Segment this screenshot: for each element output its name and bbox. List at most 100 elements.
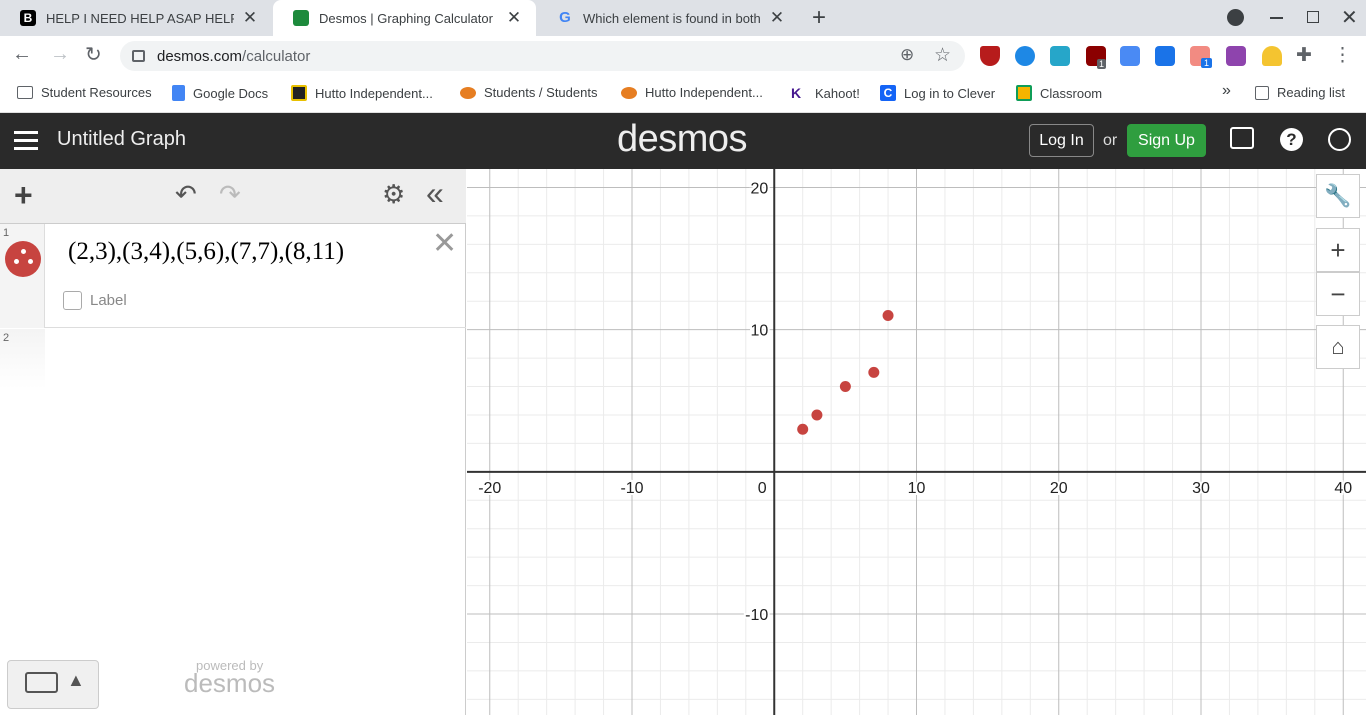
- chevron-up-icon: ▲: [67, 670, 85, 690]
- home-icon: ⌂: [1331, 334, 1345, 359]
- y-tick-label: 20: [750, 180, 768, 197]
- major-gridlines: [467, 169, 1366, 715]
- data-point: [839, 381, 851, 393]
- tab-brainly[interactable]: B HELP I NEED HELP ASAP HELP I ✕: [0, 0, 272, 36]
- bookmark-hutto-1[interactable]: Hutto Independent...: [291, 85, 433, 101]
- x-tick-label: 0: [758, 480, 767, 497]
- plus-icon: +: [1330, 234, 1346, 265]
- data-point: [868, 366, 880, 378]
- desmos-logo: desmos: [617, 118, 748, 160]
- close-window-icon[interactable]: ✕: [1341, 5, 1358, 30]
- graph-paper[interactable]: -20 -10 0 10 20 30 40 20 10 -10: [467, 169, 1366, 715]
- bookmark-hutto-2[interactable]: Hutto Independent...: [621, 85, 763, 100]
- settings-gear-icon[interactable]: ⚙: [382, 179, 405, 210]
- reading-list-button[interactable]: Reading list: [1255, 85, 1345, 100]
- graph-svg[interactable]: -20 -10 0 10 20 30 40 20 10 -10: [467, 169, 1366, 715]
- keyboard-toggle-button[interactable]: ▲: [7, 660, 99, 709]
- expression-row[interactable]: 1 (2,3),(3,4),(5,6),(7,7),(8,11) ✕ Label: [0, 224, 466, 328]
- extensions-puzzle-icon[interactable]: ✚: [1296, 44, 1312, 67]
- wrench-icon: 🔧: [1324, 183, 1352, 208]
- close-tab-icon[interactable]: ✕: [769, 8, 785, 28]
- y-tick-label: 10: [750, 323, 768, 340]
- tab-google[interactable]: G Which element is found in both D ✕: [537, 0, 799, 36]
- tab-title: HELP I NEED HELP ASAP HELP I: [46, 10, 234, 26]
- menu-kebab-icon[interactable]: ⋮: [1333, 44, 1352, 67]
- graph-title[interactable]: Untitled Graph: [57, 128, 186, 151]
- label-checkbox[interactable]: [63, 291, 82, 310]
- powered-by-logo[interactable]: desmos: [184, 668, 275, 699]
- share-icon[interactable]: [1230, 127, 1254, 149]
- classroom-icon: [1016, 85, 1032, 101]
- language-globe-icon[interactable]: [1328, 128, 1351, 151]
- bookmark-star-icon[interactable]: ☆: [934, 44, 951, 67]
- extension-icon[interactable]: [1226, 46, 1246, 66]
- x-tick-label: 30: [1192, 480, 1210, 497]
- minimize-icon[interactable]: [1270, 17, 1283, 19]
- login-button[interactable]: Log In: [1029, 124, 1094, 157]
- address-bar[interactable]: desmos.com/calculator ⊕ ☆: [120, 41, 965, 71]
- close-tab-icon[interactable]: ✕: [506, 8, 522, 28]
- expression-index: 2: [3, 332, 10, 344]
- extension-icon[interactable]: [1155, 46, 1175, 66]
- translate-extension-icon[interactable]: [1120, 46, 1140, 66]
- x-tick-label: 20: [1050, 480, 1068, 497]
- expression-row-empty[interactable]: 2: [0, 329, 466, 389]
- bookmark-student-resources[interactable]: Student Resources: [17, 85, 152, 100]
- data-points: [797, 309, 894, 435]
- zoom-icon[interactable]: ⊕: [900, 45, 914, 65]
- tab-search-icon[interactable]: [1227, 9, 1244, 26]
- bookmark-google-docs[interactable]: Google Docs: [172, 85, 268, 101]
- hamburger-menu-icon[interactable]: [14, 131, 38, 151]
- url-path: /calculator: [242, 47, 311, 65]
- hutto-icon: [621, 86, 637, 99]
- data-point: [882, 309, 894, 321]
- brainly-icon: B: [20, 10, 36, 26]
- expression-index: 1: [3, 227, 10, 239]
- undo-icon[interactable]: ↶: [175, 179, 197, 210]
- bookmark-students[interactable]: Students / Students: [460, 85, 597, 100]
- zoom-in-button[interactable]: +: [1316, 228, 1360, 272]
- bookmark-classroom[interactable]: Classroom: [1016, 85, 1102, 101]
- kahoot-icon: K: [791, 85, 802, 101]
- new-tab-button[interactable]: +: [812, 4, 826, 32]
- signup-button[interactable]: Sign Up: [1127, 124, 1206, 157]
- graph-settings-button[interactable]: 🔧: [1316, 174, 1360, 218]
- more-bookmarks-button[interactable]: »: [1222, 82, 1231, 100]
- help-icon[interactable]: ?: [1280, 128, 1303, 151]
- students-icon: [460, 86, 476, 99]
- x-tick-label: -20: [478, 480, 501, 497]
- url-host: desmos.com: [157, 47, 243, 65]
- data-point: [811, 409, 823, 421]
- site-info-icon[interactable]: [132, 50, 145, 62]
- expression-math[interactable]: (2,3),(3,4),(5,6),(7,7),(8,11): [68, 238, 344, 266]
- x-tick-label: 10: [908, 480, 926, 497]
- reload-icon[interactable]: ↻: [85, 42, 102, 67]
- back-icon[interactable]: ←: [12, 43, 32, 66]
- add-item-icon[interactable]: +: [14, 177, 33, 214]
- or-text: or: [1103, 132, 1118, 149]
- shield-extension-icon[interactable]: [980, 46, 1000, 66]
- extension-icon[interactable]: [1015, 46, 1035, 66]
- docs-icon: [172, 85, 185, 101]
- expression-panel: + ↶ ↷ ⚙ « 1 (2,3),(3,4),(5,6),(7,7),(8,1…: [0, 169, 466, 715]
- bookmark-clever[interactable]: C Log in to Clever: [880, 85, 995, 101]
- reading-list-icon: [1255, 85, 1269, 100]
- keyboard-icon: [25, 672, 58, 693]
- extension-icon[interactable]: [1262, 46, 1282, 66]
- point-style-icon[interactable]: [5, 241, 41, 277]
- zoom-out-button[interactable]: −: [1316, 272, 1360, 316]
- bookmark-kahoot[interactable]: K Kahoot!: [791, 85, 860, 101]
- redo-icon[interactable]: ↷: [219, 179, 241, 210]
- hutto-icon: [291, 85, 307, 101]
- close-tab-icon[interactable]: ✕: [242, 8, 258, 28]
- collapse-panel-icon[interactable]: «: [426, 175, 444, 212]
- extension-icon[interactable]: [1050, 46, 1070, 66]
- delete-expression-icon[interactable]: ✕: [432, 226, 457, 261]
- bookmarks-bar: Student Resources Google Docs Hutto Inde…: [0, 76, 1366, 113]
- forward-icon[interactable]: →: [50, 43, 70, 66]
- tab-desmos[interactable]: Desmos | Graphing Calculator ✕: [273, 0, 536, 36]
- minus-icon: −: [1330, 278, 1346, 309]
- default-viewport-button[interactable]: ⌂: [1316, 325, 1360, 369]
- x-tick-label: -10: [620, 480, 643, 497]
- restore-icon[interactable]: [1307, 11, 1319, 23]
